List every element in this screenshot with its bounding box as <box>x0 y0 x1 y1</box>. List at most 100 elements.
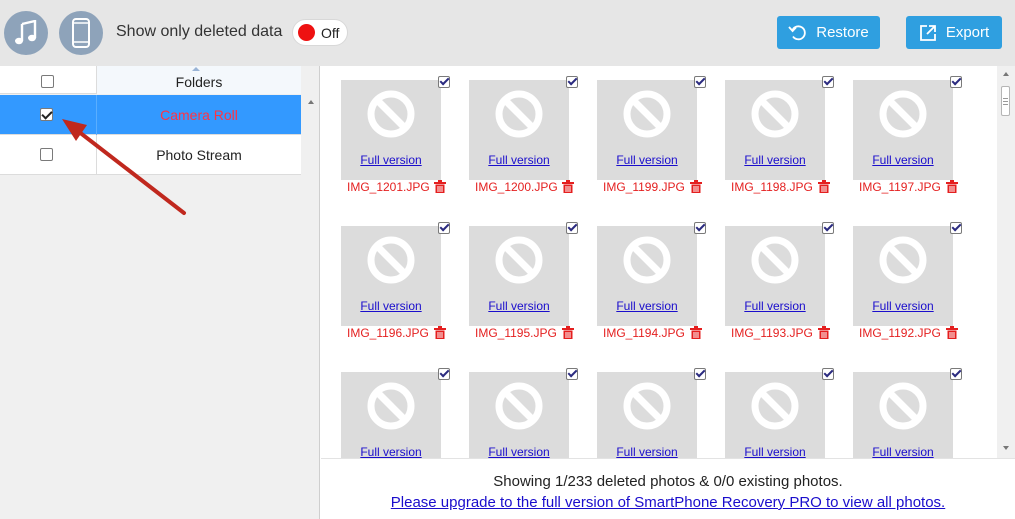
full-version-link[interactable]: Full version <box>597 445 697 458</box>
scrollbar-thumb[interactable] <box>1001 86 1010 116</box>
photo-tile[interactable]: Full version IMG_1201.JPG <box>321 66 450 212</box>
folders-column-header[interactable]: Folders <box>97 66 301 94</box>
folder-scrollbar[interactable] <box>303 94 319 519</box>
photo-filename: IMG_1198.JPG <box>731 180 813 194</box>
toolbar: Show only deleted data Off Restore Expor… <box>0 0 1015 66</box>
photo-scrollbar[interactable] <box>997 66 1015 458</box>
photo-tile[interactable]: Full version IMG_1199.JPG <box>577 66 706 212</box>
trash-icon[interactable] <box>818 180 830 193</box>
trash-icon[interactable] <box>690 326 702 339</box>
toggle-state-label: Off <box>321 24 340 41</box>
full-version-link[interactable]: Full version <box>469 153 569 167</box>
trash-icon[interactable] <box>946 180 958 193</box>
photo-stream-checkbox[interactable] <box>40 148 53 161</box>
full-version-link[interactable]: Full version <box>469 299 569 313</box>
music-category-button[interactable] <box>4 11 48 55</box>
scroll-down-icon[interactable] <box>1003 446 1009 450</box>
photo-tile[interactable]: Full version IMG_1200.JPG <box>449 66 578 212</box>
photo-thumbnail[interactable]: Full version <box>597 372 697 458</box>
trash-icon[interactable] <box>818 326 830 339</box>
photo-tile[interactable]: Full version <box>449 358 578 458</box>
delete-marker[interactable] <box>946 180 958 196</box>
photo-thumbnail[interactable]: Full version <box>597 80 697 180</box>
select-all-column <box>0 66 97 94</box>
trash-icon[interactable] <box>434 180 446 193</box>
full-version-link[interactable]: Full version <box>341 299 441 313</box>
restore-button[interactable]: Restore <box>777 16 880 49</box>
trash-icon[interactable] <box>690 180 702 193</box>
photo-tile[interactable]: Full version IMG_1192.JPG <box>833 212 962 358</box>
folder-panel: Folders Camera Roll Photo Stream <box>0 66 320 519</box>
full-version-link[interactable]: Full version <box>853 153 953 167</box>
unavailable-icon <box>495 382 543 430</box>
camera-roll-checkbox[interactable] <box>40 108 53 121</box>
photo-tile[interactable]: Full version IMG_1198.JPG <box>705 66 834 212</box>
delete-marker[interactable] <box>562 180 574 196</box>
photo-tile[interactable]: Full version IMG_1197.JPG <box>833 66 962 212</box>
trash-icon[interactable] <box>562 180 574 193</box>
delete-marker[interactable] <box>690 180 702 196</box>
photo-tile[interactable]: Full version <box>705 358 834 458</box>
photo-thumbnail[interactable]: Full version <box>469 226 569 326</box>
trash-icon[interactable] <box>946 326 958 339</box>
full-version-link[interactable]: Full version <box>725 299 825 313</box>
delete-marker[interactable] <box>434 180 446 196</box>
folder-row-photo-stream[interactable]: Photo Stream <box>0 135 301 175</box>
full-version-link[interactable]: Full version <box>469 445 569 458</box>
delete-marker[interactable] <box>818 326 830 342</box>
photo-tile[interactable]: Full version <box>833 358 962 458</box>
show-deleted-label: Show only deleted data <box>116 23 283 40</box>
full-version-link[interactable]: Full version <box>341 445 441 458</box>
folder-name: Photo Stream <box>156 147 242 163</box>
full-version-link[interactable]: Full version <box>597 299 697 313</box>
delete-marker[interactable] <box>946 326 958 342</box>
photo-tile[interactable]: Full version <box>321 358 450 458</box>
scroll-up-icon[interactable] <box>1003 72 1009 76</box>
photo-checkbox[interactable] <box>950 222 962 234</box>
photo-thumbnail[interactable]: Full version <box>725 226 825 326</box>
delete-marker[interactable] <box>562 326 574 342</box>
photo-tile[interactable]: Full version IMG_1193.JPG <box>705 212 834 358</box>
photo-thumbnail[interactable]: Full version <box>597 226 697 326</box>
full-version-link[interactable]: Full version <box>853 445 953 458</box>
scroll-up-icon[interactable] <box>308 100 314 104</box>
photo-thumbnail[interactable]: Full version <box>725 80 825 180</box>
photo-thumbnail[interactable]: Full version <box>341 226 441 326</box>
upgrade-link[interactable]: Please upgrade to the full version of Sm… <box>321 494 1015 511</box>
trash-icon[interactable] <box>434 326 446 339</box>
photo-filename: IMG_1200.JPG <box>475 180 558 194</box>
photo-thumbnail[interactable]: Full version <box>469 80 569 180</box>
trash-icon[interactable] <box>562 326 574 339</box>
show-deleted-toggle[interactable]: Off <box>292 19 348 46</box>
photo-thumbnail[interactable]: Full version <box>341 80 441 180</box>
unavailable-icon <box>879 90 927 138</box>
full-version-link[interactable]: Full version <box>597 153 697 167</box>
photo-thumbnail[interactable]: Full version <box>853 226 953 326</box>
photo-thumbnail[interactable]: Full version <box>469 372 569 458</box>
full-version-link[interactable]: Full version <box>853 299 953 313</box>
full-version-link[interactable]: Full version <box>725 153 825 167</box>
full-version-link[interactable]: Full version <box>341 153 441 167</box>
photo-thumbnail[interactable]: Full version <box>725 372 825 458</box>
photo-thumbnail[interactable]: Full version <box>341 372 441 458</box>
delete-marker[interactable] <box>690 326 702 342</box>
phone-category-button[interactable] <box>59 11 103 55</box>
toggle-knob <box>298 24 315 41</box>
photo-checkbox[interactable] <box>950 76 962 88</box>
delete-marker[interactable] <box>818 180 830 196</box>
photo-thumbnail[interactable]: Full version <box>853 80 953 180</box>
delete-marker[interactable] <box>434 326 446 342</box>
phone-icon <box>72 18 90 48</box>
folder-row-camera-roll[interactable]: Camera Roll <box>0 95 301 135</box>
photo-tile[interactable]: Full version IMG_1196.JPG <box>321 212 450 358</box>
unavailable-icon <box>623 382 671 430</box>
photo-thumbnail[interactable]: Full version <box>853 372 953 458</box>
select-all-checkbox[interactable] <box>41 75 54 88</box>
export-button[interactable]: Export <box>906 16 1002 49</box>
photo-checkbox[interactable] <box>950 368 962 380</box>
photo-tile[interactable]: Full version IMG_1194.JPG <box>577 212 706 358</box>
photo-tile[interactable]: Full version IMG_1195.JPG <box>449 212 578 358</box>
photo-tile[interactable]: Full version <box>577 358 706 458</box>
full-version-link[interactable]: Full version <box>725 445 825 458</box>
photo-filename: IMG_1196.JPG <box>347 326 429 340</box>
